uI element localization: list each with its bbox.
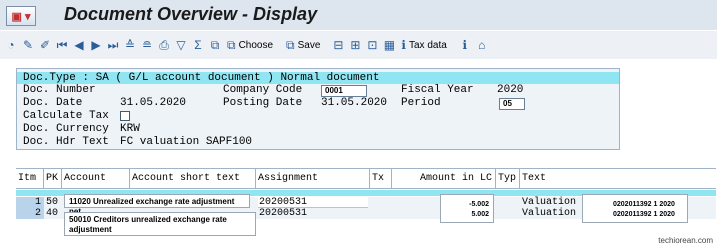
print-icon[interactable]: ⎙	[157, 35, 171, 55]
doc-number-label: Doc. Number	[23, 84, 96, 96]
graphic-icon[interactable]: ⊡	[365, 35, 379, 55]
details-icon[interactable]: ▦	[382, 35, 396, 55]
col-typ[interactable]: Typ	[496, 169, 520, 188]
next-page-icon[interactable]: ▶	[89, 35, 103, 55]
filter-icon[interactable]: ≘	[140, 35, 154, 55]
calculate-tax-checkbox[interactable]	[120, 111, 130, 121]
doc-currency-label: Doc. Currency	[23, 123, 109, 135]
row-assignment: 20200531	[259, 208, 308, 219]
save-icon: ⧉	[286, 37, 295, 52]
edit-display-icon[interactable]: ✐	[38, 35, 52, 55]
col-itm[interactable]: Itm	[16, 169, 44, 188]
reference-box: 0202011392 1 2020 0202011392 1 2020	[582, 194, 688, 223]
col-account[interactable]: Account	[62, 169, 130, 188]
sort-ascending-icon[interactable]: ≙	[123, 35, 137, 55]
set-filter-icon[interactable]: ▽	[174, 35, 188, 55]
account-tooltip-1: 11020 Unrealized exchange rate adjustmen…	[64, 194, 250, 216]
row-assignment: 20200531	[259, 197, 308, 208]
row-amount: -5.002	[469, 201, 489, 208]
fiscal-year-label: Fiscal Year	[401, 84, 474, 96]
subtotal-icon[interactable]: ⧉	[208, 35, 222, 55]
posting-date-label: Posting Date	[223, 97, 303, 109]
period-label: Period	[401, 97, 441, 109]
col-tx[interactable]: Tx	[370, 169, 392, 188]
home-icon[interactable]: ⌂	[475, 35, 489, 55]
row-reference: 0202011392 1 2020	[613, 201, 675, 208]
col-text[interactable]: Text	[520, 169, 716, 188]
row-item-number: 2	[16, 208, 44, 219]
export-icon[interactable]: ⊞	[348, 35, 362, 55]
fiscal-year-value: 2020	[497, 84, 524, 96]
previous-page-icon[interactable]: ◀	[72, 35, 86, 55]
page-title: Document Overview - Display	[64, 4, 318, 24]
calculate-tax-label: Calculate Tax	[23, 110, 109, 122]
doc-hdr-text-value: FC valuation SAPF100	[120, 136, 253, 148]
tax-data-button[interactable]: ℹ Tax data	[399, 35, 448, 55]
doc-date-label: Doc. Date	[23, 97, 83, 109]
posting-date-value: 31.05.2020	[321, 97, 388, 109]
row-text: Valuation	[522, 208, 577, 219]
row-posting-key: 50	[46, 197, 59, 208]
title-bar: ▣ ▾ Document Overview - Display	[0, 0, 717, 30]
save-button[interactable]: ⧉ Save	[284, 35, 322, 55]
sap-logo-icon[interactable]: ▣ ▾	[6, 6, 36, 26]
sum-icon[interactable]: Σ	[191, 35, 205, 55]
account-tooltip-2: 50010 Creditors unrealized exchange rate…	[64, 212, 256, 236]
company-code-field[interactable]: 0001	[321, 85, 367, 97]
doc-hdr-text-label: Doc. Hdr Text	[23, 136, 109, 148]
col-pk[interactable]: PK	[44, 169, 62, 188]
row-reference: 0202011392 1 2020	[613, 211, 675, 218]
amount-box: -5.002 5.002	[440, 194, 494, 223]
doc-date-value: 31.05.2020	[120, 97, 187, 109]
choose-icon: ⧉	[227, 37, 236, 52]
application-toolbar: ◔ ✎ ✐ ⏮ ◀ ▶ ⏭ ≙ ≘ ⎙ ▽ Σ ⧉ ⧉ Choose ⧉ Save …	[0, 31, 717, 59]
doc-currency-value: KRW	[120, 123, 140, 135]
pencil-icon[interactable]: ✎	[21, 35, 35, 55]
row-text: Valuation	[522, 197, 577, 208]
info-icon[interactable]: ℹ	[458, 35, 472, 55]
grid-header: Itm PK Account Account short text Assign…	[16, 168, 716, 189]
col-account-short-text[interactable]: Account short text	[130, 169, 256, 188]
row-posting-key: 40	[46, 208, 59, 219]
first-page-icon[interactable]: ⏮	[55, 35, 69, 55]
choose-button[interactable]: ⧉ Choose	[225, 35, 275, 55]
last-page-icon[interactable]: ⏭	[106, 35, 120, 55]
row-item-number: 1	[16, 197, 44, 208]
period-field[interactable]: 05	[499, 98, 525, 110]
watermark: techiorean.com	[658, 236, 713, 245]
document-header-panel: Doc.Type : SA ( G/L account document ) N…	[16, 68, 620, 150]
display-icon[interactable]: ◔	[4, 35, 18, 55]
local-file-icon[interactable]: ⊟	[331, 35, 345, 55]
company-code-label: Company Code	[223, 84, 303, 96]
col-amount-in-lc[interactable]: Amount in LC	[392, 169, 496, 188]
info-icon: ℹ	[401, 38, 406, 52]
row-amount: 5.002	[471, 211, 489, 218]
col-assignment[interactable]: Assignment	[256, 169, 370, 188]
